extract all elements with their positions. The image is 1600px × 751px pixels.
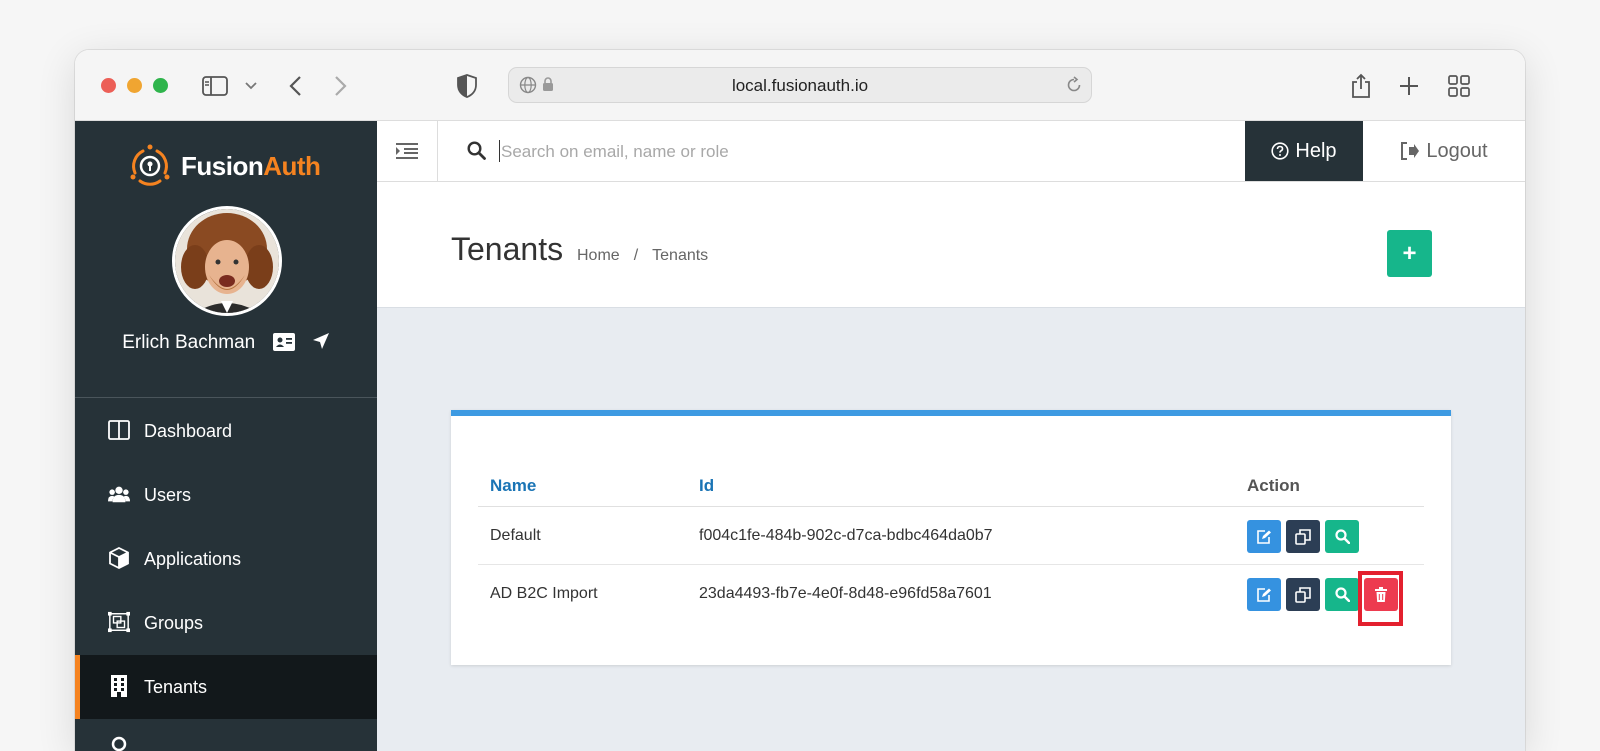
fusionauth-logo[interactable]: FusionAuth xyxy=(127,141,321,191)
avatar[interactable] xyxy=(172,206,282,316)
profile-card-icon[interactable] xyxy=(272,333,295,357)
table-row: AD B2C Import 23da4493-fb7e-4e0f-8d48-e9… xyxy=(478,565,1424,626)
sidebar-divider xyxy=(75,397,377,398)
edit-button[interactable] xyxy=(1247,520,1281,553)
sidebar-item-label: Tenants xyxy=(144,677,208,697)
sidebar-item-label: Groups xyxy=(144,613,204,633)
add-tenant-button[interactable]: + xyxy=(1387,230,1432,277)
tenant-name: Default xyxy=(490,527,541,544)
gear-icon xyxy=(111,736,127,751)
menu-toggle-button[interactable] xyxy=(377,121,438,181)
search-icon xyxy=(1334,529,1350,544)
question-circle-icon xyxy=(1271,142,1290,160)
tenant-name: AD B2C Import xyxy=(490,585,598,602)
share-icon[interactable] xyxy=(1347,72,1375,100)
back-arrow-icon[interactable] xyxy=(281,72,309,100)
users-icon xyxy=(108,486,130,503)
zoom-window-button[interactable] xyxy=(153,78,168,93)
columns-icon xyxy=(108,420,130,440)
view-button[interactable] xyxy=(1325,520,1359,553)
main-content: Name Id Action Default f004c1fe-484b-902… xyxy=(377,308,1525,751)
tenant-id: 23da4493-fb7e-4e0f-8d48-e96fd58a7601 xyxy=(699,585,992,602)
edit-icon xyxy=(1257,529,1271,544)
sidebar-item-dashboard[interactable]: Dashboard xyxy=(75,399,377,463)
sidebar-item-label: Users xyxy=(144,485,192,505)
sidebar-item-label: Dashboard xyxy=(144,421,233,441)
sidebar-item-next[interactable] xyxy=(75,719,377,751)
sidebar-item-users[interactable]: Users xyxy=(75,463,377,527)
reload-icon[interactable] xyxy=(1065,76,1083,94)
url-text: local.fusionauth.io xyxy=(731,76,869,95)
tenants-panel: Name Id Action Default f004c1fe-484b-902… xyxy=(451,410,1451,665)
app-topbar: Help Logout xyxy=(377,121,1525,182)
cube-icon xyxy=(109,547,129,569)
search-icon xyxy=(1334,587,1350,602)
delete-button[interactable] xyxy=(1364,578,1398,611)
copy-icon xyxy=(1295,586,1311,603)
table-row: Default f004c1fe-484b-902c-d7ca-bdbc464d… xyxy=(478,507,1424,565)
view-button[interactable] xyxy=(1325,578,1359,611)
object-group-icon xyxy=(108,611,130,633)
search-icon xyxy=(467,141,486,160)
copy-icon xyxy=(1295,528,1311,545)
forward-arrow-icon[interactable] xyxy=(327,72,355,100)
duplicate-button[interactable] xyxy=(1286,520,1320,553)
breadcrumb: Home / Tenants xyxy=(577,247,708,265)
search-input[interactable] xyxy=(499,137,1103,167)
edit-icon xyxy=(1257,587,1271,602)
close-window-button[interactable] xyxy=(101,78,116,93)
table-header: Name Id Action xyxy=(478,466,1424,507)
page-title: Tenants xyxy=(451,231,564,267)
sidebar-item-tenants[interactable]: Tenants xyxy=(75,655,377,719)
sign-out-icon xyxy=(1401,142,1420,160)
tab-overview-icon[interactable] xyxy=(1445,72,1473,100)
address-bar[interactable]: local.fusionauth.io xyxy=(508,67,1092,103)
browser-window: local.fusionauth.io FusionAuth Erlich Ba… xyxy=(75,50,1525,751)
column-header-id[interactable]: Id xyxy=(699,476,714,496)
logout-label: Logout xyxy=(1426,139,1488,162)
building-icon xyxy=(111,675,127,697)
indent-menu-icon xyxy=(396,143,418,159)
user-name: Erlich Bachman xyxy=(122,332,256,353)
trash-icon xyxy=(1375,587,1387,602)
column-header-name[interactable]: Name xyxy=(490,476,536,496)
location-arrow-icon[interactable] xyxy=(312,332,330,356)
browser-toolbar: local.fusionauth.io xyxy=(75,50,1525,121)
breadcrumb-current: Tenants xyxy=(652,247,709,264)
logout-button[interactable]: Logout xyxy=(1363,121,1525,181)
fusionauth-logo-icon xyxy=(130,144,170,186)
sidebar-toggle-icon[interactable] xyxy=(201,72,229,100)
sidebar-item-groups[interactable]: Groups xyxy=(75,591,377,655)
sidebar-item-label: Applications xyxy=(144,549,242,569)
help-button[interactable]: Help xyxy=(1245,121,1363,181)
new-tab-plus-icon[interactable] xyxy=(1395,72,1423,100)
duplicate-button[interactable] xyxy=(1286,578,1320,611)
privacy-shield-icon[interactable] xyxy=(453,72,481,100)
sidebar-item-applications[interactable]: Applications xyxy=(75,527,377,591)
brand-name: FusionAuth xyxy=(181,150,321,181)
edit-button[interactable] xyxy=(1247,578,1281,611)
tenant-id: f004c1fe-484b-902c-d7ca-bdbc464da0b7 xyxy=(699,527,993,544)
page-header: Tenants Home / Tenants + xyxy=(377,182,1525,308)
minimize-window-button[interactable] xyxy=(127,78,142,93)
breadcrumb-home-link[interactable]: Home xyxy=(577,247,620,264)
breadcrumb-separator: / xyxy=(633,247,639,264)
sidebar: FusionAuth Erlich Bachman Dashboard User… xyxy=(75,121,377,751)
help-label: Help xyxy=(1295,139,1337,162)
text-cursor xyxy=(499,140,500,162)
chevron-down-icon[interactable] xyxy=(237,72,265,100)
column-header-action: Action xyxy=(1247,476,1300,495)
user-info: Erlich Bachman xyxy=(75,332,377,357)
